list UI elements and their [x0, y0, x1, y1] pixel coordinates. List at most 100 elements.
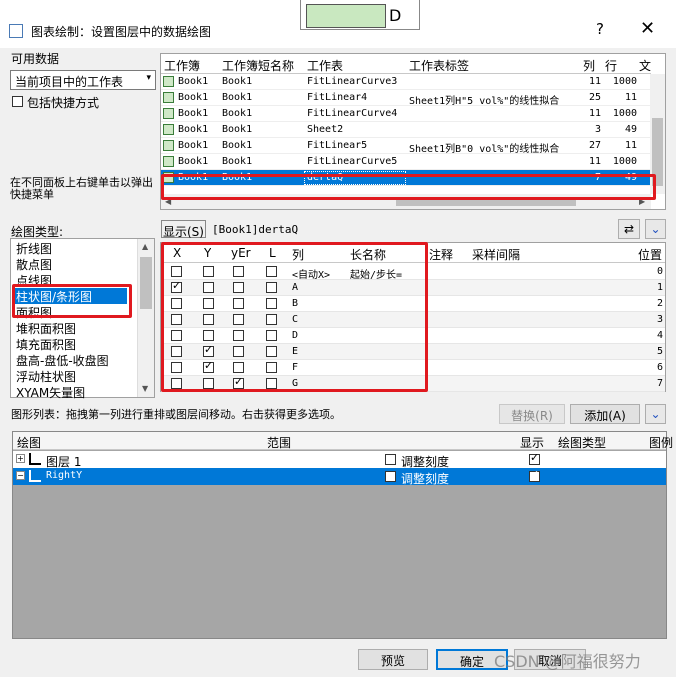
plot-type-item[interactable]: 散点图 — [14, 256, 127, 272]
sheet-row[interactable]: Book1 Book1 FitLinear4 Sheet1列H"5 vol%"的线性拟… — [161, 90, 650, 107]
sheet-cell-book: Book1 — [178, 76, 209, 87]
help-button[interactable]: ? — [596, 20, 604, 38]
adjust-scale-label: 调整刻度 — [401, 472, 450, 486]
sheet-path: [Book1]dertaQ — [212, 223, 299, 236]
sheet-row[interactable]: Book1 Book1 FitLinearCurve3 11 1000 — [161, 74, 650, 90]
dialog-title: 图表绘制：设置图层中的数据绘图 — [31, 25, 212, 39]
highlight-selected-sheet — [161, 174, 656, 200]
plot-type-item[interactable]: 浮动柱状图 — [14, 368, 127, 384]
sheet-cell-short: Book1 — [222, 76, 253, 87]
column-cell-pos: 2 — [656, 298, 663, 309]
col-header-sheet[interactable]: 工作表 — [307, 57, 343, 74]
scroll-down-icon[interactable]: ▼ — [142, 384, 148, 393]
adjust-scale-checkbox[interactable] — [385, 471, 396, 482]
scroll-up-icon[interactable]: ▲ — [142, 242, 148, 251]
sheet-row[interactable]: Book1 Book1 FitLinearCurve4 11 1000 — [161, 106, 650, 122]
col-header-legend[interactable]: 图例 — [649, 434, 673, 451]
sheet-cell-label: Sheet1列B"0 vol%"的线性拟合 — [409, 144, 560, 155]
sheet-cell-col: 11 — [588, 108, 601, 119]
col-header-file[interactable]: 文 — [639, 57, 651, 74]
source-select[interactable]: 当前项目中的工作表 ▾ — [10, 70, 156, 90]
show-checkbox[interactable] — [529, 451, 540, 465]
layer-icon — [29, 453, 41, 465]
column-cell-pos: 6 — [656, 362, 663, 373]
col-header-rows[interactable]: 行 — [605, 57, 617, 74]
sheet-cell-row: 1000 — [612, 76, 637, 87]
sheet-row[interactable]: Book1 Book1 FitLinearCurve5 11 1000 — [161, 154, 650, 170]
col-header-plot-type[interactable]: 绘图类型 — [558, 434, 606, 451]
chevron-down-icon: ▾ — [146, 73, 151, 83]
highlight-columns — [161, 242, 428, 392]
sheet-cell-col: 11 — [588, 156, 601, 167]
workbook-icon — [163, 140, 174, 151]
sheet-cell-sheet: FitLinearCurve4 — [307, 108, 398, 119]
sheet-cell-book: Book1 — [178, 156, 209, 167]
include-shortcut-checkbox[interactable] — [12, 96, 23, 107]
sheet-cell-short: Book1 — [222, 108, 253, 119]
col-header-book[interactable]: 工作簿 — [164, 57, 200, 74]
workbook-icon — [163, 124, 174, 135]
plot-row[interactable]: − RightY 调整刻度 — [13, 468, 666, 486]
plot-list-header: 绘图 范围 显示 绘图类型 图例 — [13, 432, 673, 451]
sheet-cell-row: 11 — [624, 140, 637, 151]
add-button[interactable]: 添加(A) — [570, 404, 640, 424]
workbook-icon — [163, 76, 174, 87]
column-cell-pos: 7 — [656, 378, 663, 389]
show-button[interactable]: 显示(S) — [161, 220, 206, 239]
replace-button[interactable]: 替换(R) — [499, 404, 565, 424]
sheet-cell-book: Book1 — [178, 92, 209, 103]
sheets-header: 工作簿 工作簿短名称 工作表 工作表标签 列 行 文 — [161, 54, 651, 74]
plot-type-item[interactable]: XYAM矢量图 — [14, 384, 127, 400]
sheet-row[interactable]: Book1 Book1 FitLinear5 Sheet1列B"0 vol%"的线性拟… — [161, 138, 650, 155]
col-header-comment[interactable]: 注释 — [429, 246, 453, 263]
sheet-cell-book: Book1 — [178, 108, 209, 119]
sheet-cell-row: 11 — [624, 92, 637, 103]
sheet-cell-book: Book1 — [178, 140, 209, 151]
sheet-cell-row: 1000 — [612, 156, 637, 167]
col-header-short-name[interactable]: 工作簿短名称 — [222, 57, 294, 74]
sheet-cell-label: Sheet1列H"5 vol%"的线性拟合 — [409, 96, 560, 107]
sheet-cell-short: Book1 — [222, 124, 253, 135]
sheet-cell-col: 3 — [594, 124, 601, 135]
col-header-show[interactable]: 显示 — [520, 434, 544, 451]
collapse-icon[interactable]: − — [16, 471, 25, 480]
column-cell-pos: 1 — [656, 282, 663, 293]
expand-down-icon[interactable]: ⌄ — [645, 404, 666, 424]
col-header-plot[interactable]: 绘图 — [17, 434, 41, 451]
col-header-position[interactable]: 位置 — [638, 246, 662, 263]
plot-type-item[interactable]: 堆积面积图 — [14, 320, 127, 336]
sheet-cell-col: 27 — [588, 140, 601, 151]
app-icon — [9, 24, 23, 38]
col-header-range[interactable]: 范围 — [267, 434, 291, 451]
preview-button[interactable]: 预览 — [358, 649, 428, 670]
available-data-label: 可用数据 — [11, 52, 60, 66]
column-cell-pos: 3 — [656, 314, 663, 325]
plot-row[interactable]: + 图层 1 调整刻度 — [13, 451, 666, 469]
col-header-sample-interval[interactable]: 采样间隔 — [472, 246, 520, 263]
workbook-icon — [163, 156, 174, 167]
column-cell-pos: 5 — [656, 346, 663, 357]
scroll-thumb[interactable] — [140, 257, 152, 309]
plot-type-item[interactable]: 折线图 — [14, 240, 127, 256]
plot-type-item[interactable]: 盘高-盘低-收盘图 — [14, 352, 127, 368]
show-checkbox[interactable] — [529, 468, 540, 482]
expand-down-icon[interactable]: ⌄ — [645, 219, 666, 239]
col-header-sheet-label[interactable]: 工作表标签 — [409, 57, 469, 74]
workbook-icon — [163, 108, 174, 119]
plot-type-item[interactable]: 填充面积图 — [14, 336, 127, 352]
swap-icon[interactable]: ⇄ — [618, 219, 640, 239]
adjust-scale-checkbox[interactable] — [385, 454, 396, 465]
close-button[interactable]: ✕ — [640, 18, 655, 39]
sheet-cell-short: Book1 — [222, 140, 253, 151]
sheet-row[interactable]: Book1 Book1 Sheet2 3 49 — [161, 122, 650, 138]
sheet-cell-short: Book1 — [222, 156, 253, 167]
sheet-cell-sheet: FitLinear5 — [307, 140, 368, 151]
col-header-cols[interactable]: 列 — [583, 57, 595, 74]
background-window: D — [300, 0, 420, 30]
sheet-cell-sheet: Sheet2 — [307, 124, 344, 135]
sheet-cell-sheet: FitLinear4 — [307, 92, 368, 103]
sheet-cell-col: 25 — [588, 92, 601, 103]
sheet-cell-book: Book1 — [178, 124, 209, 135]
expand-icon[interactable]: + — [16, 454, 25, 463]
plot-type-scrollbar[interactable]: ▲ ▼ — [137, 239, 154, 397]
